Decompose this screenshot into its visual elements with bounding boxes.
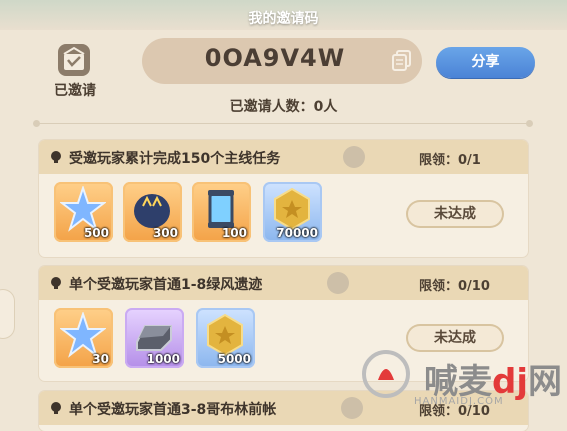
status-button[interactable]: 未达成 (406, 200, 504, 228)
copy-icon[interactable] (392, 50, 412, 72)
reward-qty: 300 (152, 226, 178, 240)
watermark-url: HANMAIDJ.COM (414, 396, 504, 407)
claim-limit: 限领：0/10 (419, 279, 490, 294)
reward-qty: 500 (83, 226, 109, 240)
reward-qty: 100 (221, 226, 247, 240)
task-title: 单个受邀玩家首通1-8绿风遗迹 (69, 277, 263, 293)
reward-qty: 1000 (146, 352, 180, 366)
share-button[interactable]: 分享 (436, 47, 535, 78)
status-button[interactable]: 未达成 (406, 324, 504, 352)
feedback-icon[interactable] (341, 397, 363, 419)
reward-qty: 70000 (276, 226, 318, 240)
page-title: 我的邀请码 (248, 11, 319, 27)
reward-qty: 5000 (217, 352, 251, 366)
lightbulb-icon (51, 151, 61, 163)
reward-item[interactable]: 70000 (263, 182, 322, 242)
feedback-icon[interactable] (343, 146, 365, 168)
lightbulb-icon (51, 402, 61, 414)
section-divider (33, 120, 533, 127)
feedback-icon[interactable] (327, 272, 349, 294)
task-header: 受邀玩家累计完成150个主线任务 限领：0/1 (39, 140, 528, 174)
side-scroll-tab[interactable] (0, 290, 14, 338)
task-title: 受邀玩家累计完成150个主线任务 (69, 151, 281, 167)
reward-item[interactable]: 30 (54, 308, 113, 368)
task-title: 单个受邀玩家首通3-8哥布林前帐 (69, 402, 277, 418)
invited-badge-icon (58, 44, 90, 76)
claim-limit: 限领：0/1 (419, 153, 481, 168)
reward-qty: 30 (92, 352, 109, 366)
reward-item[interactable]: 500 (54, 182, 113, 242)
invite-code: 0OA9V4W (204, 44, 346, 72)
invited-count: 已邀请人数：0人 (229, 99, 338, 115)
invite-panel: 我的邀请码 已邀请 0OA9V4W 分享 已邀请人数：0人 受邀玩家累计完成15… (0, 0, 567, 431)
reward-item[interactable]: 1000 (125, 308, 184, 368)
reward-item[interactable]: 5000 (196, 308, 255, 368)
reward-item[interactable]: 300 (123, 182, 182, 242)
task-card: 受邀玩家累计完成150个主线任务 限领：0/1 500 300 100 7000… (39, 140, 528, 257)
watermark-logo-icon (362, 350, 410, 398)
task-header: 单个受邀玩家首通1-8绿风遗迹 限领：0/10 (39, 266, 528, 300)
reward-item[interactable]: 100 (192, 182, 251, 242)
lightbulb-icon (51, 277, 61, 289)
